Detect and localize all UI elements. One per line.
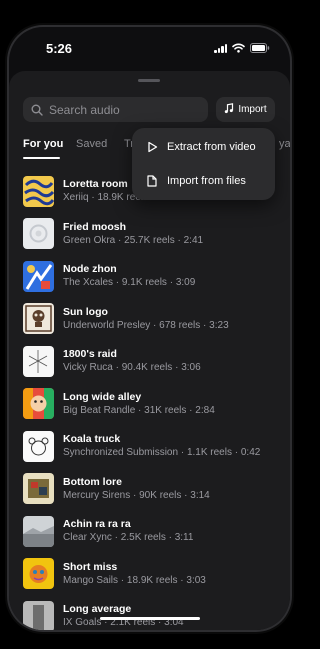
track-row[interactable]: Fried moosh Green Okra · 25.7K reels · 2… (23, 213, 282, 255)
tab-for-you[interactable]: For you (23, 138, 63, 150)
cellular-signal-icon (214, 43, 227, 53)
track-artwork (23, 388, 54, 419)
status-bar: 5:26 (9, 27, 290, 71)
track-artwork (23, 260, 54, 292)
audio-picker-sheet: Import For you Saved Tr ya Lo (9, 71, 290, 630)
track-row[interactable]: 1800's raid Vicky Ruca · 90.4K reels · 3… (23, 340, 282, 382)
track-row[interactable]: Koala truck Synchronized Submission · 1.… (23, 425, 282, 467)
menu-item-import-from-files[interactable]: Import from files (132, 164, 275, 198)
import-menu: Extract from video Import from files (132, 128, 275, 200)
track-title: Long average (63, 603, 132, 615)
home-indicator[interactable] (100, 617, 200, 620)
menu-item-label: Import from files (167, 175, 246, 187)
track-artwork (23, 600, 54, 630)
track-title: Sun logo (63, 305, 108, 318)
track-row[interactable]: Short miss Mango Sails · 18.9K reels · 3… (23, 553, 282, 595)
track-subtitle: Green Okra · 25.7K reels · 2:41 (63, 234, 204, 246)
track-title: Node zhon (63, 263, 117, 275)
file-icon (145, 175, 159, 187)
search-icon (31, 104, 43, 116)
tab-saved[interactable]: Saved (76, 138, 107, 150)
track-subtitle: Mango Sails · 18.9K reels · 3:03 (63, 574, 206, 586)
track-artwork (23, 218, 54, 249)
track-title: Long wide alley (63, 390, 142, 403)
track-subtitle: Big Beat Randle · 31K reels · 2:84 (63, 404, 215, 416)
track-artwork (23, 515, 54, 547)
track-title: Koala truck (63, 433, 121, 445)
tab-partial-right[interactable]: ya (279, 138, 290, 150)
track-artwork (23, 558, 54, 589)
track-subtitle: Clear Xync · 2.5K reels · 3:11 (63, 532, 194, 543)
track-subtitle: Vicky Ruca · 90.4K reels · 3:06 (63, 362, 201, 373)
track-artwork (23, 345, 54, 377)
track-row[interactable]: Sun logo Underworld Presley · 678 reels … (23, 298, 282, 340)
track-row[interactable]: Long wide alley Big Beat Randle · 31K re… (23, 383, 282, 425)
import-button[interactable]: Import (216, 97, 275, 122)
track-subtitle: Underworld Presley · 678 reels · 3:23 (63, 319, 229, 331)
import-button-label: Import (238, 104, 267, 115)
track-artwork (23, 430, 54, 462)
track-title: Achin ra ra ra (63, 518, 131, 530)
active-tab-indicator (23, 157, 60, 159)
battery-icon (250, 43, 270, 53)
menu-item-label: Extract from video (167, 141, 256, 153)
menu-item-extract-from-video[interactable]: Extract from video (132, 130, 275, 164)
music-note-icon (224, 102, 234, 117)
track-subtitle: Synchronized Submission · 1.1K reels · 0… (63, 447, 261, 458)
wifi-icon (232, 43, 245, 53)
status-time: 5:26 (46, 41, 73, 56)
track-row[interactable]: Bottom lore Mercury Sirens · 90K reels ·… (23, 468, 282, 510)
track-title: 1800's raid (63, 348, 117, 360)
track-title: Short miss (63, 560, 118, 573)
track-subtitle: Mercury Sirens · 90K reels · 3:14 (63, 489, 210, 501)
track-title: Bottom lore (63, 475, 122, 488)
play-icon (145, 141, 159, 153)
search-bar[interactable] (23, 97, 208, 122)
track-row[interactable]: Node zhon The Xcales · 9.1K reels · 3:09 (23, 255, 282, 297)
sheet-grabber[interactable] (138, 79, 160, 82)
track-artwork (23, 473, 54, 504)
phone-frame: 5:26 Search audio Import For you Saved T… (9, 27, 290, 630)
status-icons (214, 43, 270, 53)
track-title: Fried moosh (63, 220, 127, 233)
track-row[interactable]: Achin ra ra ra Clear Xync · 2.5K reels ·… (23, 510, 282, 552)
search-input[interactable] (47, 101, 201, 118)
track-row[interactable]: Long average IX Goals · 2.1K reels · 3:0… (23, 595, 282, 630)
track-subtitle: The Xcales · 9.1K reels · 3:09 (63, 277, 196, 288)
track-artwork (23, 175, 54, 207)
track-artwork (23, 303, 54, 334)
